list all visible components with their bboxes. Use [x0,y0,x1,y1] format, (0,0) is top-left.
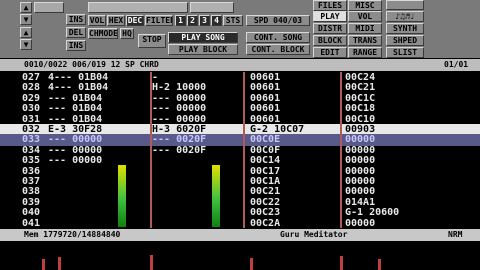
arrow-up-button-2[interactable]: ▲ [20,27,32,38]
trans-button[interactable]: TRANS [348,35,382,46]
channel-3-button[interactable]: 3 [199,15,210,26]
track-cell[interactable]: 00C2A [250,218,280,230]
scope-bar [150,255,153,270]
midi-button[interactable]: MIDI [348,23,382,34]
filter-button[interactable]: FILTER [145,15,173,26]
mode-readout: NRM [448,230,463,239]
instrument-slider[interactable] [190,2,234,13]
range-button[interactable]: RANGE [348,47,382,58]
song-name[interactable]: Guru Meditator [280,229,347,241]
synth-button[interactable]: SYNTH [386,23,424,34]
play-block-button[interactable]: PLAY BLOCK [168,44,238,55]
arrow-up-button[interactable]: ▲ [20,2,32,13]
slist-button[interactable]: SLIST [386,47,424,58]
scope-bar [340,256,343,270]
block-button[interactable]: BLOCK [313,35,347,46]
vu-meter [118,165,126,227]
track-separator [340,72,342,228]
arrow-down-button[interactable]: ▼ [20,14,32,25]
octamed-window: ▲ ▼ ▲ ▼ INS DEL INS VOL HEX DEC FILTER 1… [0,0,480,270]
channel-2-button[interactable]: 2 [187,15,198,26]
insert-button[interactable]: INS [66,14,86,25]
row-number: 041 [22,217,41,229]
table-row[interactable]: 041 00C2A 00000 [0,218,480,230]
track-separator [150,72,152,228]
scope-bar [378,259,381,270]
sample-name-field[interactable] [34,2,64,13]
delete-button[interactable]: DEL [66,27,86,38]
channel-1-button[interactable]: 1 [175,15,186,26]
tracker-editor[interactable]: 027 4--- 01B04-00601 00C24 028 4--- 01B04 H-2… [0,72,480,230]
insert-button-2[interactable]: INS [66,40,86,51]
stop-button[interactable]: STOP [138,34,166,48]
cont-song-button[interactable]: CONT. SONG [246,32,310,43]
track-separator [243,72,245,228]
track-cell[interactable]: 00000 [345,218,375,230]
page-readout: 01/01 [444,60,469,69]
notation-button[interactable]: ♪♫♬♩ [386,11,424,22]
chmode-button[interactable]: CHMODE [88,28,118,39]
misc-button[interactable]: MISC [348,0,382,11]
sts-button[interactable]: STS [223,15,243,26]
control-panel: ▲ ▼ ▲ ▼ INS DEL INS VOL HEX DEC FILTER 1… [0,0,480,58]
vol-menu-button[interactable]: VOL [348,11,382,22]
files-button[interactable]: FILES [313,0,347,11]
distr-button[interactable]: DISTR [313,23,347,34]
status-bar: 0010/0022 006/019 12 SP CHRD 01/01 [0,59,480,71]
arrow-down-button-2[interactable]: ▼ [20,39,32,50]
hex-button[interactable]: HEX [107,15,125,26]
vol-button[interactable]: VOL [88,15,106,26]
dec-button[interactable]: DEC [126,15,144,26]
scope-bar [42,259,45,270]
memory-bar: Mem 1779720/14884840 Guru Meditator NRM [0,229,480,241]
scope-bar [58,257,61,270]
scope-area [0,241,480,270]
instrument-display [88,2,188,13]
shped-button[interactable]: SHPED [386,35,424,46]
vu-meter [212,165,220,227]
play-menu-button[interactable]: PLAY [313,11,347,22]
hq-button[interactable]: HQ [120,28,134,39]
edit-button[interactable]: EDIT [313,47,347,58]
memory-readout: Mem 1779720/14884840 [24,230,121,239]
channel-4-button[interactable]: 4 [211,15,222,26]
window-gadget[interactable] [386,0,424,10]
scope-bar [250,258,253,270]
play-song-button[interactable]: PLAY SONG [168,32,238,43]
cont-block-button[interactable]: CONT. BLOCK [246,44,310,55]
position-readout: 0010/0022 006/019 12 SP CHRD [24,60,159,69]
speed-display[interactable]: SPD 040/03 [246,15,310,26]
